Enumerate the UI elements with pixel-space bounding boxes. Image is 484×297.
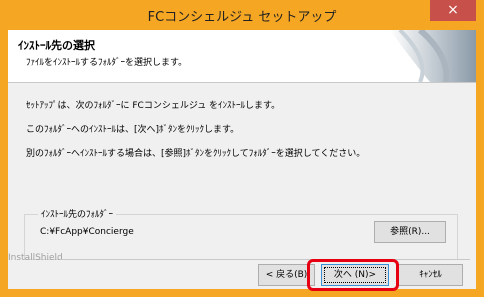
title-bar: FCコンシェルジュ セットアップ × [0, 0, 484, 30]
dialog-header: ｲﾝｽﾄｰﾙ先の選択 ﾌｧｲﾙをｲﾝｽﾄｰﾙするﾌｫﾙﾀﾞｰを選択します。 [8, 30, 476, 83]
destination-path: C:¥FcApp¥Concierge [40, 227, 134, 237]
page-title: ｲﾝｽﾄｰﾙ先の選択 [18, 39, 95, 52]
footer-divider [60, 259, 470, 260]
next-button-highlight [307, 259, 399, 291]
close-icon: × [447, 2, 459, 18]
page-subtitle: ﾌｧｲﾙをｲﾝｽﾄｰﾙするﾌｫﾙﾀﾞｰを選択します。 [26, 58, 188, 68]
window-title: FCコンシェルジュ セットアップ [147, 10, 337, 25]
info-text-3: 別のﾌｫﾙﾀﾞｰへｲﾝｽﾄｰﾙする場合は、[参照]ﾎﾞﾀﾝをｸﾘｯｸしてﾌｫﾙﾀ… [26, 149, 366, 159]
info-text-2: このﾌｫﾙﾀﾞｰへのｲﾝｽﾄｰﾙは、[次へ]ﾎﾞﾀﾝをｸﾘｯｸします。 [26, 125, 240, 135]
close-button[interactable]: × [430, 0, 476, 21]
destination-folder-label: ｲﾝｽﾄｰﾙ先のﾌｫﾙﾀﾞｰ [38, 207, 117, 220]
browse-button[interactable]: 参照(R)... [374, 221, 446, 243]
info-text-1: ｾｯﾄｱｯﾌﾟは、次のﾌｫﾙﾀﾞｰに FCコンシェルジュ をｲﾝｽﾄｰﾙします。 [26, 101, 281, 111]
setup-window: FCコンシェルジュ セットアップ × ｲﾝｽﾄｰﾙ先の選択 ﾌｧｲﾙをｲﾝｽﾄｰ… [0, 0, 484, 297]
header-graphic-icon [390, 30, 476, 82]
dialog-client-area: ｲﾝｽﾄｰﾙ先の選択 ﾌｧｲﾙをｲﾝｽﾄｰﾙするﾌｫﾙﾀﾞｰを選択します。 ｾｯ… [8, 30, 476, 289]
installshield-brand: InstallShield [8, 253, 63, 263]
cancel-button[interactable]: ｷｬﾝｾﾙ [398, 264, 463, 286]
